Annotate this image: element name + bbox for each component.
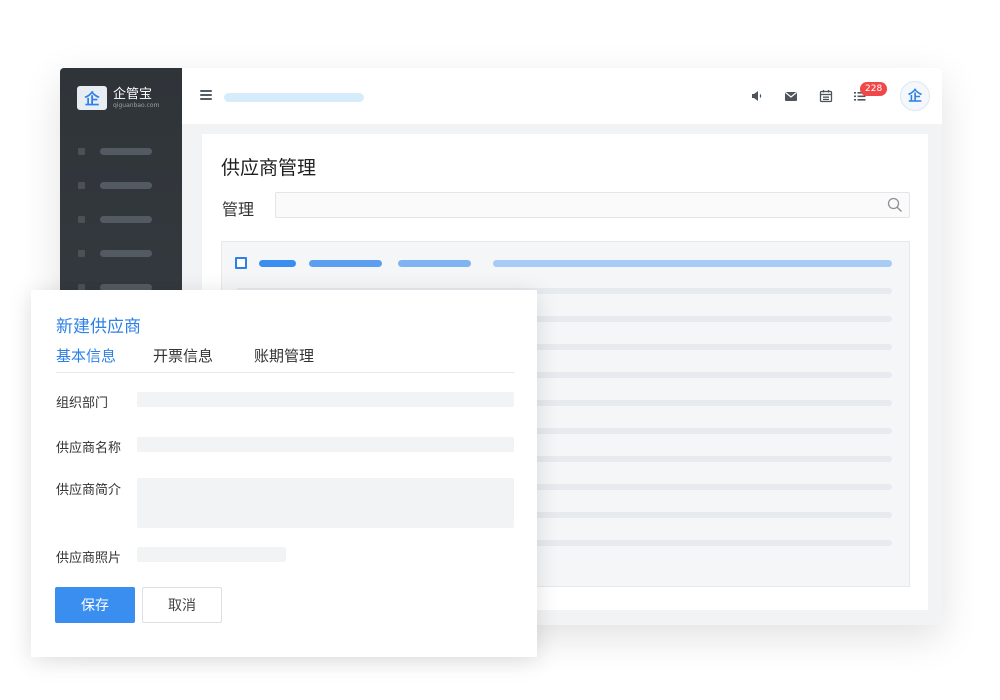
sidebar-item-placeholder: [100, 182, 152, 189]
sidebar-item-icon: [78, 216, 85, 223]
brand-domain: qiguanbao.com: [113, 101, 160, 109]
column-header-placeholder: [493, 260, 892, 267]
calendar-icon[interactable]: [819, 89, 833, 103]
department-label: 组织部门: [56, 396, 109, 411]
sidebar-item-icon: [78, 148, 85, 155]
select-all-checkbox[interactable]: [235, 257, 247, 269]
menu-icon[interactable]: [200, 90, 212, 100]
sidebar-item-icon: [78, 182, 85, 189]
logo-text: 企管宝 qiguanbao.com: [113, 88, 159, 109]
sidebar-item-icon: [78, 250, 85, 257]
sidebar-item[interactable]: [78, 148, 152, 155]
brand-name: 企管宝: [113, 86, 153, 102]
column-header-placeholder: [309, 260, 382, 267]
breadcrumb-placeholder: [224, 93, 364, 102]
supplier-photo-label: 供应商照片: [56, 551, 122, 566]
filter-label: 管理: [222, 200, 255, 219]
logo-mark: 企: [77, 86, 107, 110]
supplier-intro-label: 供应商简介: [56, 483, 122, 498]
search-icon[interactable]: [887, 197, 903, 213]
dialog-tabs: 基本信息 开票信息 账期管理: [56, 345, 514, 373]
megaphone-icon[interactable]: [750, 89, 764, 103]
dialog-title: 新建供应商: [56, 317, 141, 337]
supplier-intro-textarea[interactable]: [137, 478, 514, 528]
column-header-placeholder: [259, 260, 296, 267]
tab-basic-info[interactable]: 基本信息: [56, 345, 116, 366]
avatar[interactable]: 企: [900, 81, 930, 111]
cancel-button[interactable]: 取消: [142, 587, 222, 623]
supplier-name-label: 供应商名称: [56, 441, 122, 456]
column-header-placeholder: [398, 260, 471, 267]
topbar: 228 企: [182, 68, 942, 124]
sidebar-item-placeholder: [100, 148, 152, 155]
supplier-photo-upload[interactable]: [137, 547, 286, 562]
logo[interactable]: 企 企管宝 qiguanbao.com: [77, 86, 159, 110]
mail-icon[interactable]: [784, 89, 798, 103]
page-title: 供应商管理: [221, 157, 317, 179]
stage: 企 企管宝 qiguanbao.com 228 企 供应商管理 管理 新建供应商…: [0, 0, 1000, 700]
sidebar-item-placeholder: [100, 250, 152, 257]
supplier-name-field[interactable]: [137, 437, 514, 452]
department-field[interactable]: [137, 392, 514, 407]
sidebar-item[interactable]: [78, 182, 152, 189]
save-button[interactable]: 保存: [55, 587, 135, 623]
tab-invoice-info[interactable]: 开票信息: [153, 345, 213, 366]
new-supplier-dialog: 新建供应商 基本信息 开票信息 账期管理 组织部门 供应商名称 供应商简介 供应…: [31, 290, 537, 657]
tab-payment-terms[interactable]: 账期管理: [254, 345, 314, 366]
notification-badge: 228: [860, 82, 888, 96]
search-input[interactable]: [275, 192, 910, 218]
sidebar-item[interactable]: [78, 216, 152, 223]
sidebar-item-placeholder: [100, 216, 152, 223]
sidebar-item[interactable]: [78, 250, 152, 257]
